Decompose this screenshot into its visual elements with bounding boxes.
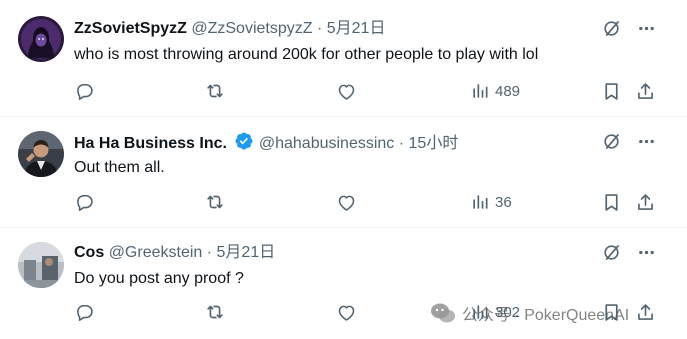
grok-icon[interactable] [601,18,622,39]
views-icon [470,192,490,212]
photo-avatar-icon [18,242,64,288]
retweet-icon[interactable] [204,80,226,102]
retweet-icon[interactable] [204,301,226,323]
wechat-icon [431,303,455,323]
watermark: 公众号 · PokerQueenAI [430,300,629,326]
reply-icon[interactable] [74,192,95,213]
display-name[interactable]: Cos [74,244,104,261]
share-icon[interactable] [635,192,656,213]
bookmark-icon[interactable] [601,81,622,102]
tweet-text: Out them all. [74,159,165,176]
tweet[interactable]: Ha Ha Business Inc. @hahabusinessinc · 1… [0,117,687,228]
share-icon[interactable] [635,81,656,102]
handle[interactable]: @Greekstein [109,244,203,261]
more-icon[interactable] [636,131,657,152]
handle[interactable]: @hahabusinessinc [259,135,394,152]
suit-man-avatar-icon [18,131,64,177]
views-count: 36 [495,193,512,211]
action-bar: 36 [74,190,663,214]
grok-icon[interactable] [601,131,622,152]
like-icon[interactable] [336,81,357,102]
display-name[interactable]: Ha Ha Business Inc. [74,135,227,152]
views-button[interactable]: 36 [470,190,512,214]
like-icon[interactable] [336,192,357,213]
avatar[interactable] [18,16,64,62]
tweet-text: who is most throwing around 200k for oth… [74,46,539,63]
reply-icon[interactable] [74,81,95,102]
timestamp[interactable]: · 5月21日 [207,244,275,261]
views-button[interactable]: 489 [470,79,520,103]
grok-icon[interactable] [601,242,622,263]
avatar[interactable] [18,242,64,288]
more-icon[interactable] [636,242,657,263]
retweet-icon[interactable] [204,191,226,213]
timestamp[interactable]: · 15小时 [399,135,459,152]
bookmark-icon[interactable] [601,192,622,213]
reply-icon[interactable] [74,302,95,323]
tweet-text: Do you post any proof ? [74,270,244,287]
share-icon[interactable] [635,302,656,323]
action-bar: 489 [74,79,663,103]
timestamp[interactable]: · 5月21日 [317,20,385,37]
avatar[interactable] [18,131,64,177]
views-icon [470,81,490,101]
more-icon[interactable] [636,18,657,39]
display-name[interactable]: ZzSovietSpyzZ [74,20,187,37]
hooded-figure-avatar-icon [18,16,64,62]
views-count: 489 [495,82,521,100]
like-icon[interactable] [336,302,357,323]
verified-badge-icon[interactable] [234,131,254,151]
watermark-text: 公众号 · PokerQueenAI [462,307,630,324]
tweet[interactable]: ZzSovietSpyzZ @ZzSovietspyzZ · 5月21日 who… [0,0,687,117]
handle[interactable]: @ZzSovietspyzZ [191,20,312,37]
